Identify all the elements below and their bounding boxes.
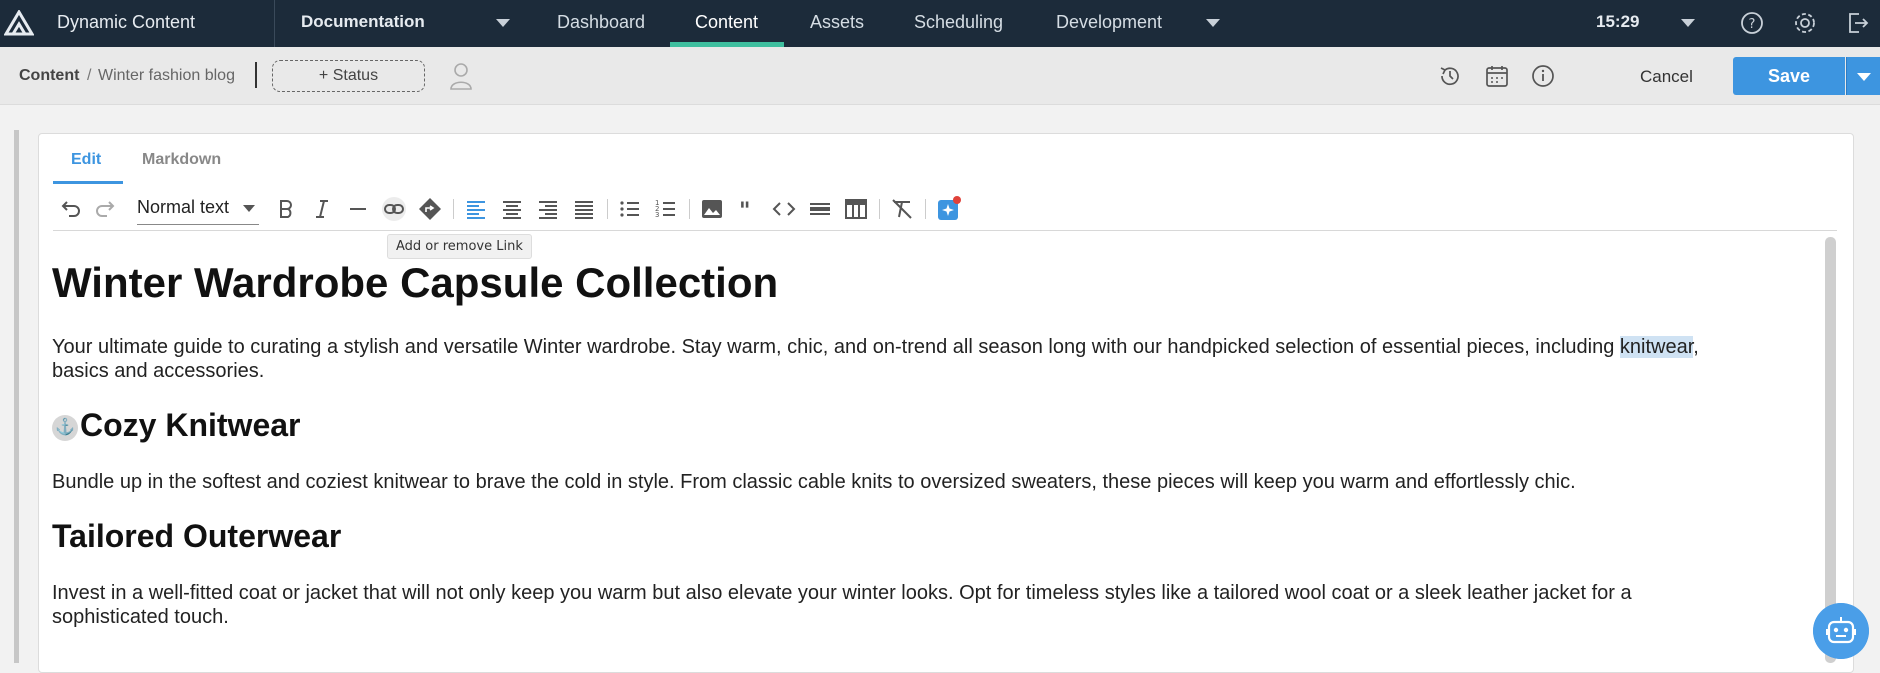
section-heading-outerwear: Tailored Outerwear [52, 518, 342, 554]
section-body-outerwear-line1: Invest in a well-fitted coat or jacket t… [52, 582, 1632, 604]
toolbar-separator [879, 199, 880, 219]
table-icon[interactable] [843, 196, 869, 222]
tab-markdown[interactable]: Markdown [142, 151, 221, 169]
intro-comma: , [1693, 336, 1699, 358]
breadcrumb-divider [255, 62, 257, 88]
text-format-value: Normal text [137, 197, 230, 217]
selected-text: knitwear [1619, 336, 1694, 358]
hub-selector[interactable]: Documentation [301, 12, 425, 32]
italic-icon[interactable] [309, 196, 335, 222]
breadcrumb-separator: / [87, 67, 92, 84]
assignee-user-icon[interactable] [447, 61, 475, 91]
editor-toolbar: Normal text 1 2 3 " [53, 186, 1837, 231]
anchor-insert-icon[interactable] [417, 196, 443, 222]
editor-scrollbar[interactable] [1825, 237, 1836, 663]
topbar-divider [274, 0, 275, 47]
bullet-list-icon[interactable] [617, 196, 643, 222]
active-tab-indicator [53, 181, 123, 184]
code-icon[interactable] [771, 196, 797, 222]
horizontal-rule-icon[interactable] [345, 196, 371, 222]
clock: 15:29 [1596, 12, 1640, 31]
toolbar-separator [453, 199, 454, 219]
app-name: Dynamic Content [57, 12, 196, 32]
align-left-icon[interactable] [463, 196, 489, 222]
help-icon[interactable]: ? [1739, 10, 1765, 36]
tab-edit[interactable]: Edit [71, 151, 101, 169]
toolbar-separator [689, 199, 690, 219]
intro-paragraph-line2: basics and accessories. [52, 360, 265, 382]
format-chevron-down-icon [243, 205, 255, 212]
svg-text:": " [739, 198, 750, 222]
divider-icon[interactable] [807, 196, 833, 222]
document-title: Winter Wardrobe Capsule Collection [52, 259, 779, 306]
content-action-bar: Content / Winter fashion blog + Status C… [0, 47, 1880, 105]
nav-dashboard[interactable]: Dashboard [557, 12, 645, 33]
chatbot-icon[interactable] [1813, 603, 1869, 659]
align-justify-icon[interactable] [571, 196, 597, 222]
development-chevron-down-icon[interactable] [1206, 19, 1220, 27]
cancel-button[interactable]: Cancel [1640, 67, 1693, 87]
align-center-icon[interactable] [499, 196, 525, 222]
ai-assistant-icon[interactable] [935, 196, 961, 222]
breadcrumb-root[interactable]: Content [19, 67, 79, 85]
settings-icon[interactable] [1792, 10, 1818, 36]
save-button[interactable]: Save [1733, 57, 1845, 95]
text-format-select[interactable]: Normal text [137, 197, 259, 225]
intro-paragraph: Your ultimate guide to curating a stylis… [52, 335, 1812, 359]
toolbar-separator [607, 199, 608, 219]
section-heading-knitwear-text: Cozy Knitwear [80, 407, 301, 443]
top-navigation-bar: Dynamic Content Documentation Dashboard … [0, 0, 1880, 47]
section-heading-knitwear: ⚓ Cozy Knitwear [52, 407, 300, 444]
amplience-logo-icon[interactable] [4, 10, 34, 36]
nav-assets[interactable]: Assets [810, 12, 864, 33]
svg-text:3: 3 [655, 211, 659, 219]
align-right-icon[interactable] [535, 196, 561, 222]
logout-icon[interactable] [1845, 10, 1871, 36]
hub-selector-chevron-down-icon[interactable] [496, 19, 510, 27]
clear-format-icon[interactable] [889, 196, 915, 222]
bold-icon[interactable] [273, 196, 299, 222]
redo-icon[interactable] [93, 196, 119, 222]
undo-icon[interactable] [57, 196, 83, 222]
nav-development[interactable]: Development [1056, 12, 1162, 33]
intro-text: Your ultimate guide to curating a stylis… [52, 336, 1620, 358]
toolbar-separator [925, 199, 926, 219]
calendar-icon[interactable] [1484, 63, 1510, 89]
section-body-knitwear: Bundle up in the softest and coziest kni… [52, 471, 1576, 493]
anchor-icon[interactable]: ⚓ [52, 414, 78, 441]
section-body-outerwear-line2: sophisticated touch. [52, 606, 229, 628]
nav-content[interactable]: Content [695, 12, 758, 33]
left-rail [14, 130, 19, 663]
save-chevron-down-icon [1857, 73, 1871, 81]
add-status-button[interactable]: + Status [272, 60, 425, 92]
quote-icon[interactable]: " [735, 196, 761, 222]
link-icon[interactable] [381, 196, 407, 222]
nav-scheduling[interactable]: Scheduling [914, 12, 1003, 33]
svg-text:?: ? [1749, 17, 1756, 32]
numbered-list-icon[interactable]: 1 2 3 [653, 196, 679, 222]
link-tooltip: Add or remove Link [387, 234, 532, 259]
save-options-button[interactable] [1846, 57, 1880, 95]
clock-chevron-down-icon[interactable] [1681, 19, 1695, 27]
info-icon[interactable] [1530, 63, 1556, 89]
image-icon[interactable] [699, 196, 725, 222]
history-icon[interactable] [1437, 63, 1463, 89]
breadcrumb-current: Winter fashion blog [98, 67, 235, 84]
